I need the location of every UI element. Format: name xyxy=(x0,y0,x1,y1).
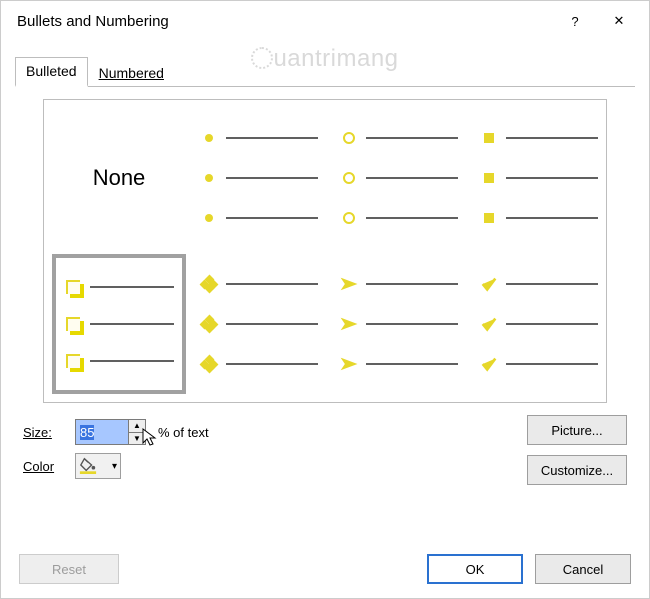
cancel-button[interactable]: Cancel xyxy=(535,554,631,584)
bullet-preview-line xyxy=(340,355,458,373)
arrow-icon xyxy=(340,275,358,293)
checkmark-icon xyxy=(480,275,498,293)
dialog-footer: Reset OK Cancel xyxy=(1,540,649,598)
hollow-3d-square-icon xyxy=(66,317,80,331)
bullet-preview-line xyxy=(480,315,598,333)
hollow-3d-square-icon xyxy=(66,280,80,294)
filled-dot-icon xyxy=(205,214,213,222)
hollow-circle-icon xyxy=(343,212,355,224)
tab-row: Bulleted Numbered xyxy=(1,59,649,87)
reset-button: Reset xyxy=(19,554,119,584)
four-diamonds-icon xyxy=(201,316,217,332)
filled-square-icon xyxy=(484,173,494,183)
ok-button-label: OK xyxy=(466,562,485,577)
size-label: Size: xyxy=(23,425,65,440)
filled-dot-icon xyxy=(205,174,213,182)
bullet-preview-line xyxy=(64,278,174,296)
bullet-option-arrow[interactable] xyxy=(332,254,466,394)
filled-square-icon xyxy=(484,213,494,223)
tab-bulleted[interactable]: Bulleted xyxy=(15,57,88,87)
filled-square-icon xyxy=(484,133,494,143)
four-diamonds-icon xyxy=(201,356,217,372)
customize-button-label: Customize... xyxy=(541,463,613,478)
bullet-option-3d-square[interactable] xyxy=(52,254,186,394)
paint-bucket-icon xyxy=(79,456,97,477)
bullet-preview-line xyxy=(340,315,458,333)
bullet-preview-line xyxy=(200,355,318,373)
four-diamonds-icon xyxy=(201,276,217,292)
color-row: Color ▾ xyxy=(23,449,519,483)
checkmark-icon xyxy=(480,355,498,373)
color-label: Color xyxy=(23,459,65,474)
hollow-circle-icon xyxy=(343,132,355,144)
ok-button[interactable]: OK xyxy=(427,554,523,584)
bullet-option-checkmark[interactable] xyxy=(472,254,606,394)
cancel-button-label: Cancel xyxy=(563,562,603,577)
window-title: Bullets and Numbering xyxy=(17,13,553,30)
bullet-preview-line xyxy=(200,315,318,333)
size-spin-down[interactable]: ▼ xyxy=(128,432,145,445)
bullet-preview-line xyxy=(200,209,318,227)
bullet-option-four-diamonds[interactable] xyxy=(192,254,326,394)
help-button[interactable]: ? xyxy=(553,1,597,41)
tab-numbered[interactable]: Numbered xyxy=(88,59,175,87)
bullet-preview-line xyxy=(340,129,458,147)
bullet-preview-line xyxy=(200,275,318,293)
right-controls: Picture... Customize... xyxy=(527,415,627,485)
bullet-preview-line xyxy=(340,169,458,187)
chevron-down-icon: ▾ xyxy=(112,461,117,472)
bullet-preview-line xyxy=(200,129,318,147)
tab-underline xyxy=(15,86,635,87)
bullet-option-none-label: None xyxy=(93,165,146,191)
left-controls: Size: ▲ ▼ % of text Color xyxy=(23,415,519,483)
color-picker-button[interactable]: ▾ xyxy=(75,453,121,479)
bullet-preview-line xyxy=(200,169,318,187)
close-icon: ✕ xyxy=(614,13,625,29)
close-button[interactable]: ✕ xyxy=(597,1,641,41)
arrow-icon xyxy=(340,355,358,373)
tab-numbered-label: Numbered xyxy=(99,65,164,81)
bullet-preview-line xyxy=(64,352,174,370)
reset-button-label: Reset xyxy=(52,562,86,577)
bullet-option-none[interactable]: None xyxy=(52,108,186,248)
controls-area: Size: ▲ ▼ % of text Color xyxy=(23,415,627,485)
title-bar: Bullets and Numbering ? ✕ xyxy=(1,1,649,41)
bullet-preview-line xyxy=(480,275,598,293)
size-spin-up[interactable]: ▲ xyxy=(128,420,145,432)
bullet-preview-line xyxy=(340,209,458,227)
bullet-option-filled-square[interactable] xyxy=(472,108,606,248)
hollow-3d-square-icon xyxy=(66,354,80,368)
picture-button[interactable]: Picture... xyxy=(527,415,627,445)
bullet-preview-line xyxy=(480,209,598,227)
help-icon: ? xyxy=(571,14,578,29)
customize-button[interactable]: Customize... xyxy=(527,455,627,485)
size-suffix: % of text xyxy=(158,425,209,440)
bullet-preview-line xyxy=(480,355,598,373)
arrow-icon xyxy=(340,315,358,333)
size-row: Size: ▲ ▼ % of text xyxy=(23,415,519,449)
bullet-preview-line xyxy=(480,169,598,187)
tab-bulleted-label: Bulleted xyxy=(26,63,77,79)
bullet-preview-line xyxy=(340,275,458,293)
size-input[interactable] xyxy=(76,420,128,444)
bullet-option-filled-dot[interactable] xyxy=(192,108,326,248)
size-spinner[interactable]: ▲ ▼ xyxy=(75,419,146,445)
checkmark-icon xyxy=(480,315,498,333)
bullet-preview-line xyxy=(64,315,174,333)
hollow-circle-icon xyxy=(343,172,355,184)
bullet-options-panel: None xyxy=(43,99,607,403)
picture-button-label: Picture... xyxy=(551,423,602,438)
bullet-preview-line xyxy=(480,129,598,147)
filled-dot-icon xyxy=(205,134,213,142)
bullet-options-grid: None xyxy=(52,108,606,394)
bullet-option-hollow-circle[interactable] xyxy=(332,108,466,248)
